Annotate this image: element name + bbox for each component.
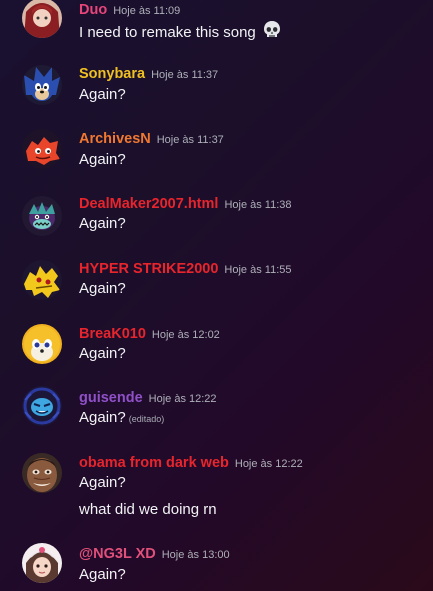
message-text: Again? [79, 280, 126, 297]
author-name[interactable]: @NG3L XD [79, 546, 156, 562]
avatar[interactable] [22, 543, 62, 583]
author-name[interactable]: Duo [79, 2, 107, 18]
message-text: what did we doing rn [79, 501, 217, 518]
author-name[interactable]: BreaK010 [79, 326, 146, 342]
message-text: Again? [79, 151, 126, 168]
author-name[interactable]: Sonybara [79, 66, 145, 82]
timestamp: Hoje às 11:09 [113, 5, 181, 17]
message-text: I need to remake this song [79, 20, 282, 44]
author-name[interactable]: ArchivesN [79, 131, 151, 147]
avatar[interactable] [22, 65, 62, 105]
timestamp: Hoje às 11:37 [156, 134, 224, 146]
author-name[interactable]: guisende [79, 390, 143, 406]
avatar[interactable] [22, 260, 62, 300]
timestamp: Hoje às 13:00 [161, 549, 230, 561]
author-name[interactable]: HYPER STRIKE2000 [79, 261, 218, 277]
message-text: Again? (editado) [79, 409, 165, 426]
author-name[interactable]: DealMaker2007.html [79, 196, 218, 212]
timestamp: Hoje às 12:22 [234, 458, 303, 470]
message-text: Again? [79, 566, 126, 583]
timestamp: Hoje às 12:02 [151, 329, 220, 341]
message-text: Again? [79, 86, 126, 103]
avatar[interactable] [22, 196, 62, 236]
timestamp: Hoje às 11:37 [151, 69, 219, 81]
edited-label: (editado) [128, 414, 165, 424]
message-text: Again? [79, 474, 126, 491]
timestamp: Hoje às 11:38 [224, 199, 292, 211]
message-list: Duo Hoje às 11:09 I need to remake this s… [0, 0, 433, 591]
timestamp: Hoje às 12:22 [148, 393, 217, 405]
avatar[interactable] [22, 386, 62, 426]
timestamp: Hoje às 11:55 [224, 264, 292, 276]
author-name[interactable]: obama from dark web [79, 455, 229, 471]
avatar[interactable] [22, 453, 62, 493]
avatar[interactable] [22, 129, 62, 169]
message-text: Again? [79, 215, 126, 232]
avatar[interactable] [22, 0, 62, 38]
skull-emoji-icon [262, 20, 282, 44]
message-text: Again? [79, 345, 126, 362]
avatar[interactable] [22, 324, 62, 364]
